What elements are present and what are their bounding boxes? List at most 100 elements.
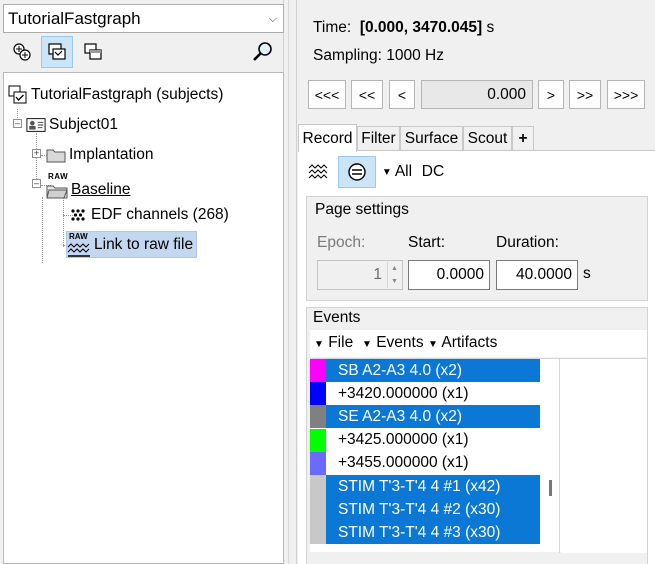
first-page-button[interactable]: <<< <box>308 80 346 109</box>
tree-node-label: Link to raw file <box>94 235 194 253</box>
tree-node-label: TutorialFastgraph (subjects) <box>31 86 224 103</box>
database-panel: TutorialFastgraph ⌵ TutorialFastgraph (s… <box>0 0 284 564</box>
collapse-toggle[interactable]: – <box>32 179 41 188</box>
tab-filter[interactable]: Filter <box>357 126 400 151</box>
functional-view-button[interactable] <box>6 36 38 68</box>
event-list: SB A2-A3 4.0 (x2) +3420.000000 (x1) SE A2-… <box>310 358 647 553</box>
epoch-spinner: 1 ▲ ▼ <box>317 260 403 290</box>
event-label: SE A2-A3 4.0 (x2) <box>338 407 463 425</box>
event-color-swatch <box>310 451 326 475</box>
event-label: +3425.000000 (x1) <box>338 431 469 449</box>
start-label: Start: <box>408 234 446 251</box>
file-menu[interactable]: ▼ File <box>314 334 353 352</box>
caret-down-icon: ▼ <box>314 339 324 350</box>
artifacts-menu[interactable]: ▼ Artifacts <box>428 334 497 352</box>
duration-field[interactable]: 40.0000 <box>496 260 578 290</box>
channels-icon <box>68 206 88 224</box>
tab-surface[interactable]: Surface <box>400 126 463 151</box>
waveform-icon <box>308 164 328 179</box>
event-label: STIM T'3-T'4 4 #3 (x30) <box>338 523 501 541</box>
tree-node-subject[interactable]: Subject01 <box>26 113 118 137</box>
duration-unit: s <box>583 265 591 282</box>
database-toolbar <box>6 36 282 68</box>
database-view-button[interactable] <box>77 36 109 68</box>
tree-node-label: Baseline <box>71 181 131 198</box>
event-occurrences-list[interactable] <box>561 359 647 553</box>
record-tab-content: ▼ All DC Page settings Epoch: Start: Dur… <box>298 150 655 564</box>
event-label: +3420.000000 (x1) <box>338 384 469 402</box>
event-color-swatch <box>310 382 326 406</box>
tab-record[interactable]: Record <box>298 124 357 152</box>
montage-label: All <box>394 163 413 180</box>
time-unit: s <box>486 19 495 36</box>
butterfly-mode-button[interactable] <box>338 156 376 188</box>
start-field[interactable]: 0.0000 <box>408 260 490 290</box>
tree-node-implantation[interactable]: Implantation <box>46 143 153 167</box>
event-list-item[interactable]: STIM T'3-T'4 4 #1 (x42) <box>310 475 540 498</box>
protocol-select[interactable]: TutorialFastgraph ⌵ <box>3 4 284 33</box>
tree-node-raw-link[interactable]: RAW Link to raw file <box>66 231 198 258</box>
duration-label: Duration: <box>496 234 559 251</box>
event-list-item[interactable]: STIM T'3-T'4 4 #3 (x30) <box>310 521 540 545</box>
scroll-thumb[interactable] <box>549 480 552 496</box>
collapse-toggle[interactable]: – <box>13 119 22 128</box>
event-label: STIM T'3-T'4 4 #2 (x30) <box>338 500 501 518</box>
protocol-select-value: TutorialFastgraph <box>8 8 141 28</box>
folder-icon <box>46 146 66 164</box>
spinner-arrows-icon: ▲ ▼ <box>387 262 401 288</box>
current-time-field[interactable]: 0.000 <box>421 80 533 109</box>
subject-icon <box>26 116 46 134</box>
tree-node-protocol[interactable]: TutorialFastgraph (subjects) <box>8 83 223 107</box>
caret-down-icon: ▼ <box>362 339 372 350</box>
search-button[interactable] <box>247 36 279 68</box>
page-settings-group: Page settings Epoch: Start: Duration: 1 … <box>306 196 648 301</box>
montage-dropdown[interactable]: ▼ All <box>380 156 414 188</box>
caret-down-icon: ▼ <box>381 166 392 178</box>
event-list-item[interactable]: STIM T'3-T'4 4 #2 (x30) <box>310 498 540 522</box>
event-color-swatch <box>310 498 326 522</box>
tree-node-channels[interactable]: EDF channels (268) <box>68 203 229 227</box>
event-color-swatch <box>310 405 326 429</box>
event-color-swatch <box>310 475 326 498</box>
anatomy-view-button[interactable] <box>41 36 73 68</box>
time-range: [0.000, 3470.045] <box>359 19 483 36</box>
last-page-button[interactable]: >>> <box>607 80 645 109</box>
event-list-scrollbar[interactable] <box>542 359 560 553</box>
panel-splitter[interactable] <box>285 0 296 564</box>
event-label: +3455.000000 (x1) <box>338 454 469 472</box>
events-title: Events <box>313 309 361 326</box>
previous-button[interactable]: < <box>389 80 415 109</box>
next-page-button[interactable]: >> <box>569 80 601 109</box>
tree-node-label: EDF channels (268) <box>91 206 229 223</box>
events-menu[interactable]: ▼ Events <box>362 334 424 352</box>
butterfly-icon <box>348 163 366 181</box>
tree-node-baseline[interactable]: RAW Baseline <box>46 171 130 201</box>
event-list-item[interactable]: +3455.000000 (x1) <box>310 451 540 475</box>
raw-file-icon: RAW <box>67 232 91 258</box>
event-label: STIM T'3-T'4 4 #1 (x42) <box>338 477 501 495</box>
event-list-item[interactable]: +3420.000000 (x1) <box>310 382 540 406</box>
database-tree: TutorialFastgraph (subjects) – Subject01… <box>3 72 284 564</box>
event-color-swatch <box>310 521 326 545</box>
raw-folder-icon: RAW <box>46 172 68 200</box>
epoch-value: 1 <box>373 266 382 283</box>
tree-node-label: Subject01 <box>49 116 118 133</box>
caret-down-icon: ▼ <box>428 339 438 350</box>
next-button[interactable]: > <box>538 80 564 109</box>
events-menubar: ▼ File ▼ Events ▼ Artifacts <box>310 330 647 357</box>
functional-view-icon <box>13 43 31 61</box>
tab-scout[interactable]: Scout <box>463 126 512 151</box>
event-list-item[interactable]: SB A2-A3 4.0 (x2) <box>310 359 540 382</box>
event-list-item[interactable]: SE A2-A3 4.0 (x2) <box>310 405 540 429</box>
tab-add[interactable]: + <box>512 126 534 151</box>
viewer-panel: Time: [0.000, 3470.045] s Sampling: 1000… <box>296 0 655 564</box>
page-settings-title: Page settings <box>315 201 409 218</box>
subjects-icon <box>8 85 28 104</box>
expand-toggle[interactable]: + <box>32 149 41 158</box>
dc-offset-button[interactable]: DC <box>419 156 447 188</box>
event-list-item[interactable]: +3425.000000 (x1) <box>310 428 540 452</box>
chevron-down-icon: ⌵ <box>268 13 277 25</box>
display-mode-button[interactable] <box>303 156 335 188</box>
events-group: Events ▼ File ▼ Events ▼ Artifacts SB A2… <box>306 307 648 564</box>
previous-page-button[interactable]: << <box>351 80 383 109</box>
